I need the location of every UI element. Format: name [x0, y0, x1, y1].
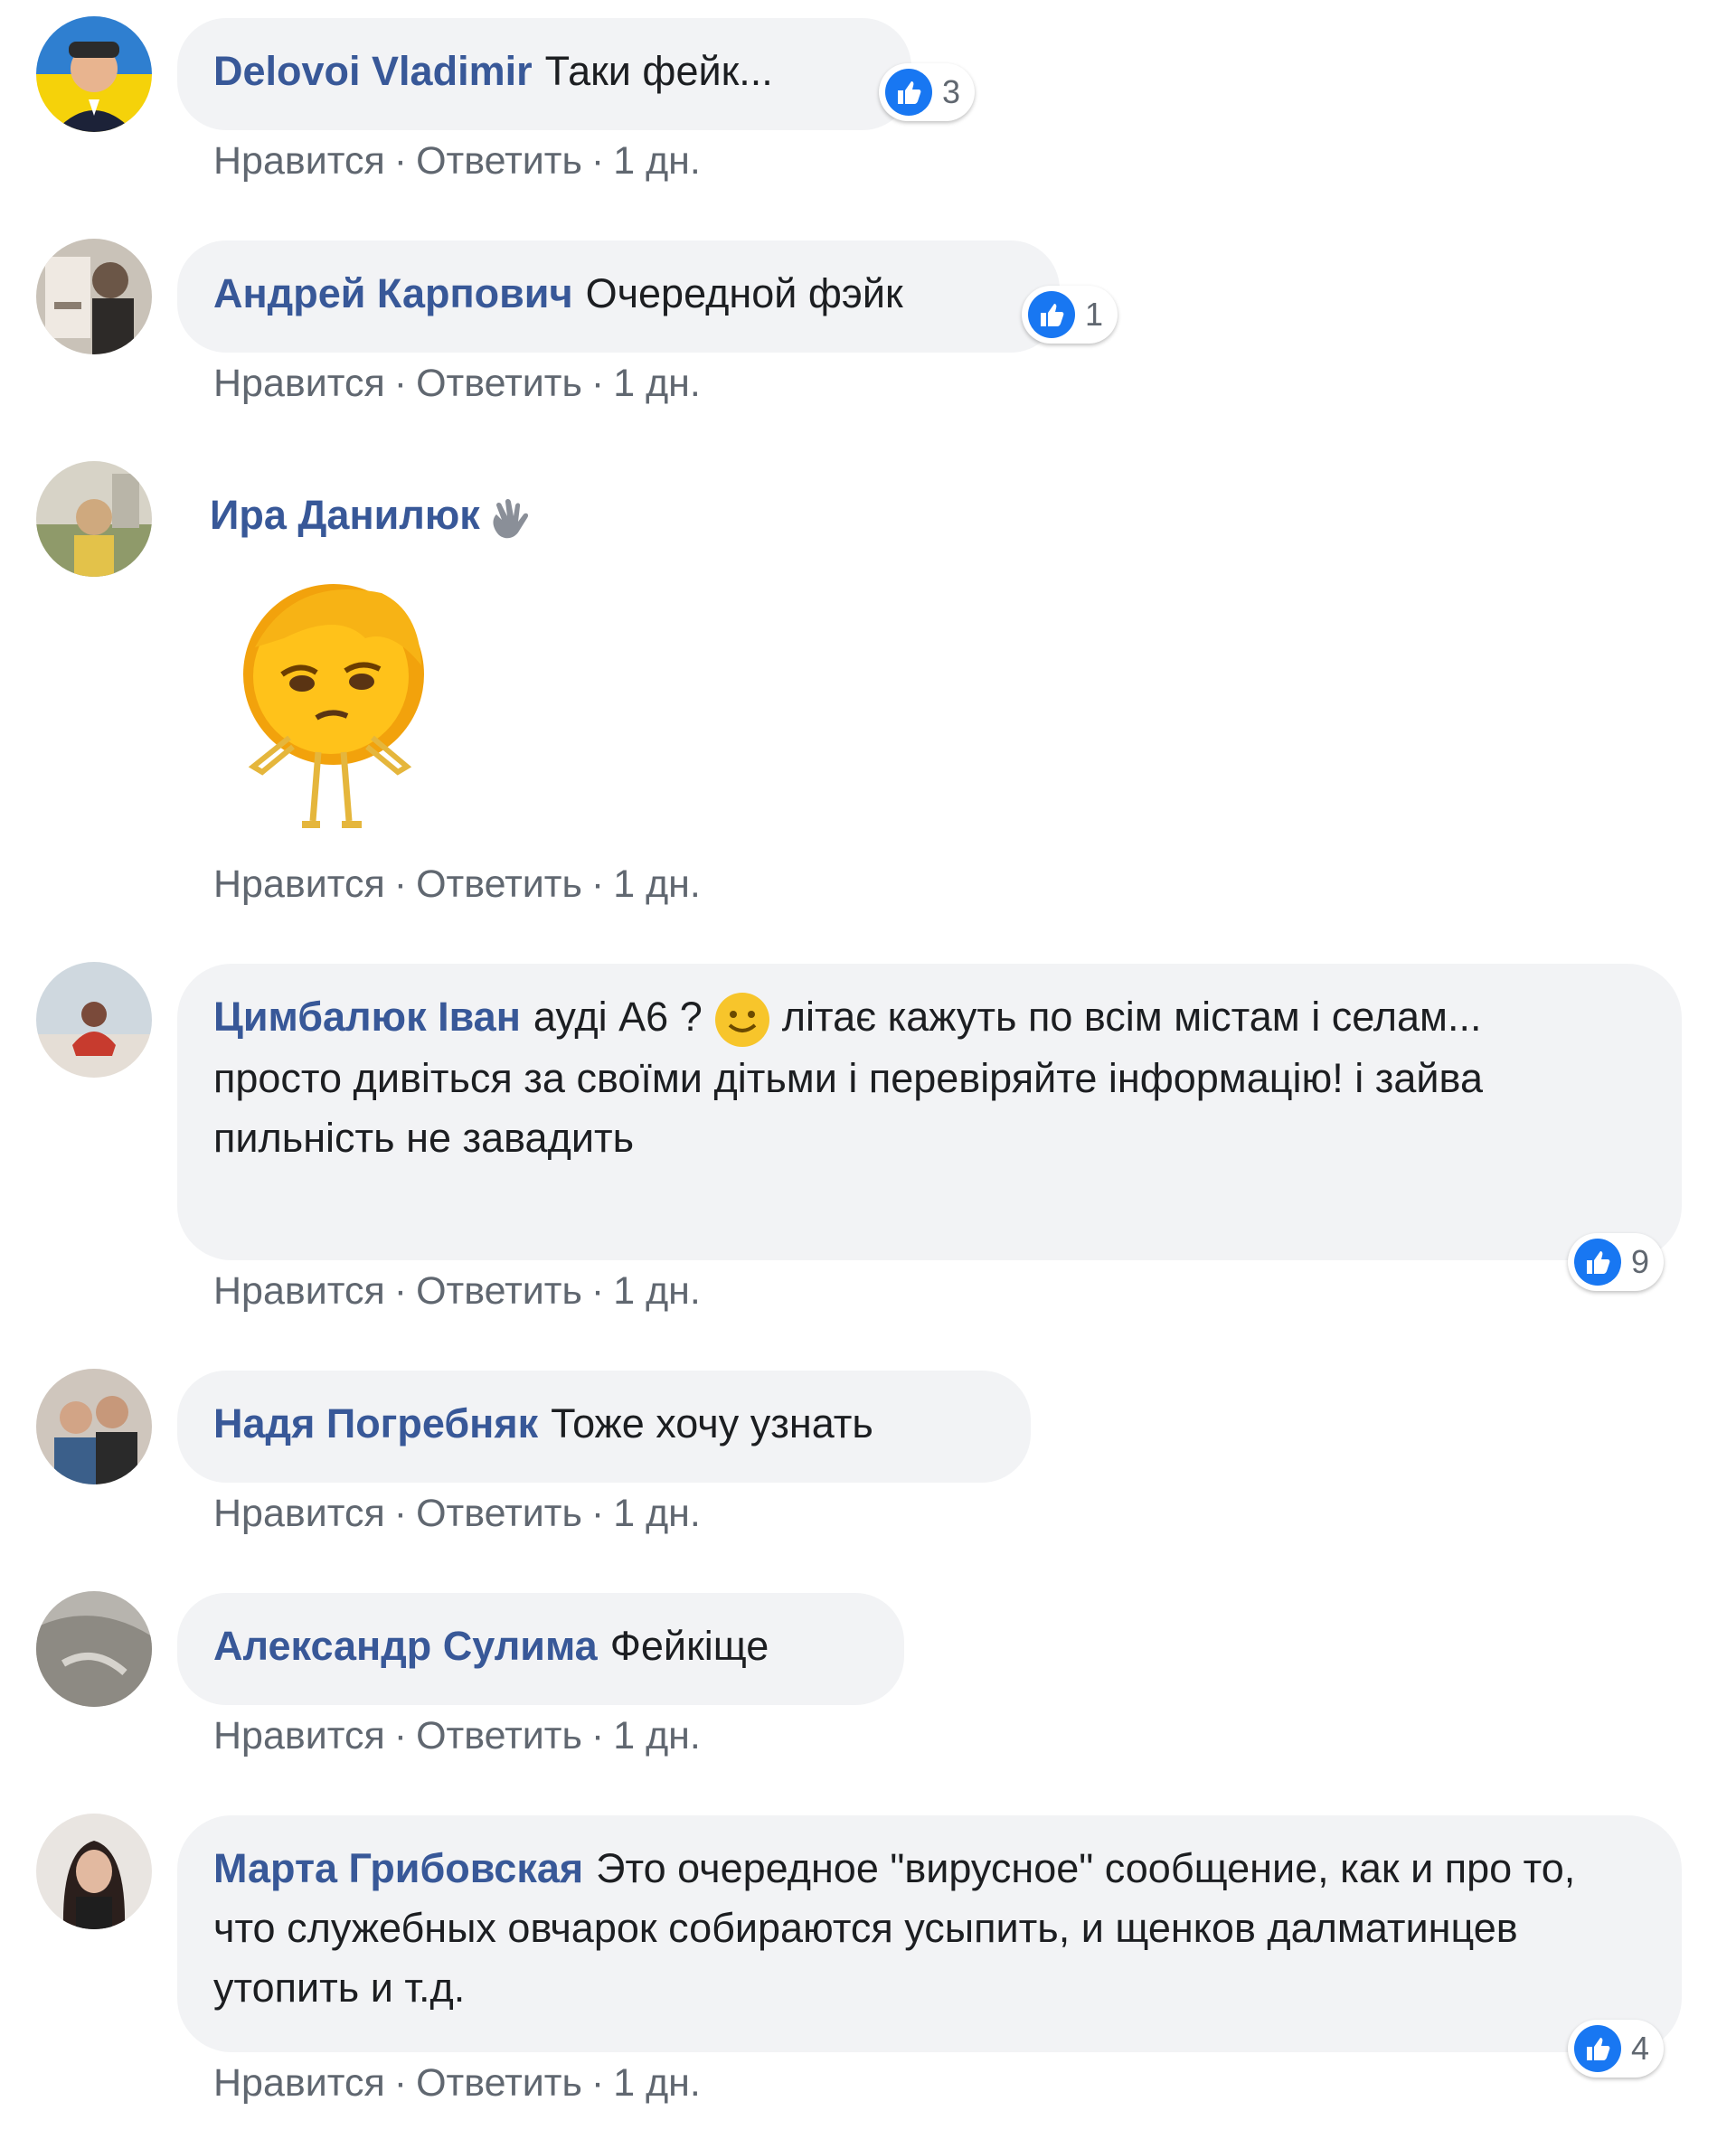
reaction-badge[interactable]: 4 — [1568, 2020, 1665, 2078]
separator-dot: · — [590, 2061, 605, 2105]
reaction-badge[interactable]: 3 — [879, 63, 976, 121]
avatar[interactable] — [36, 1814, 152, 1929]
separator-dot: · — [590, 1269, 605, 1313]
comment-bubble: Александр Сулима Фейкіще — [177, 1593, 904, 1705]
timestamp[interactable]: 1 дн. — [613, 139, 701, 184]
avatar[interactable] — [36, 1591, 152, 1707]
separator-dot: · — [590, 1714, 605, 1757]
like-count: 9 — [1631, 1243, 1650, 1280]
comment-actions: Нравится · Ответить · 1 дн. — [213, 1492, 701, 1536]
comment-actions: Нравится · Ответить · 1 дн. — [213, 139, 701, 184]
separator-dot: · — [393, 2061, 408, 2105]
comment-actions: Нравится · Ответить · 1 дн. — [213, 1269, 701, 1314]
author-name[interactable]: Андрей Карпович — [213, 270, 573, 316]
comment-text-line: просто дивіться за своїми дітьми і перев… — [213, 1055, 1483, 1162]
reply-link[interactable]: Ответить — [416, 1269, 582, 1314]
avatar-image — [36, 962, 152, 1078]
avatar-image — [36, 461, 152, 577]
like-link[interactable]: Нравится — [213, 1714, 385, 1758]
like-icon — [1574, 1239, 1621, 1286]
comment-text: літає кажуть по всім містам і селам... — [781, 994, 1482, 1040]
avatar-image — [36, 239, 152, 354]
like-icon — [1574, 2025, 1621, 2072]
avatar-image — [36, 1369, 152, 1484]
shrug-emoji-sticker — [230, 575, 438, 837]
author-name[interactable]: Надя Погребняк — [213, 1400, 538, 1446]
like-link[interactable]: Нравится — [213, 1492, 385, 1536]
timestamp[interactable]: 1 дн. — [613, 362, 701, 406]
comment-text: Очередной фэйк — [585, 270, 903, 316]
like-icon — [1028, 291, 1075, 338]
avatar[interactable] — [36, 1369, 152, 1484]
like-link[interactable]: Нравится — [213, 862, 385, 907]
separator-dot: · — [393, 1714, 408, 1757]
like-count: 1 — [1085, 296, 1104, 333]
waving-hand-icon — [493, 499, 528, 539]
comment-text-line: Цимбалюк Іван ауді А6 ? літає кажуть по вс… — [213, 987, 1646, 1049]
comment-text: ауді А6 ? — [533, 994, 703, 1040]
timestamp[interactable]: 1 дн. — [613, 2061, 701, 2106]
like-link[interactable]: Нравится — [213, 139, 385, 184]
comment-bubble: Надя Погребняк Тоже хочу узнать — [177, 1371, 1031, 1483]
separator-dot: · — [393, 1269, 408, 1313]
like-icon — [885, 69, 932, 116]
avatar[interactable] — [36, 461, 152, 577]
avatar-image — [36, 1814, 152, 1929]
separator-dot: · — [590, 139, 605, 183]
like-link[interactable]: Нравится — [213, 362, 385, 406]
comment-actions: Нравится · Ответить · 1 дн. — [213, 2061, 701, 2106]
separator-dot: · — [590, 1492, 605, 1535]
comment-actions: Нравится · Ответить · 1 дн. — [213, 862, 701, 907]
avatar[interactable] — [36, 962, 152, 1078]
separator-dot: · — [590, 862, 605, 906]
separator-dot: · — [393, 1492, 408, 1535]
author-name[interactable]: Ира Данилюк — [210, 492, 480, 538]
comment-bubble: Delovoi Vladimir Таки фейк... — [177, 18, 911, 130]
like-link[interactable]: Нравится — [213, 1269, 385, 1314]
comment-actions: Нравится · Ответить · 1 дн. — [213, 1714, 701, 1758]
comment-text: Фейкіще — [609, 1623, 769, 1669]
shrug-emoji-icon — [243, 584, 424, 828]
reply-link[interactable]: Ответить — [416, 139, 582, 184]
reaction-badge[interactable]: 1 — [1022, 286, 1118, 344]
separator-dot: · — [393, 362, 408, 405]
author-row: Ира Данилюк — [210, 492, 533, 542]
separator-dot: · — [393, 862, 408, 906]
comment-bubble: Цимбалюк Іван ауді А6 ? літає кажуть по вс… — [177, 964, 1682, 1260]
like-count: 3 — [942, 73, 961, 110]
like-link[interactable]: Нравится — [213, 2061, 385, 2106]
avatar-image — [36, 16, 152, 132]
avatar[interactable] — [36, 239, 152, 354]
author-name[interactable]: Delovoi Vladimir — [213, 48, 533, 94]
reaction-badge[interactable]: 9 — [1568, 1233, 1665, 1291]
comment-text: Таки фейк... — [544, 48, 773, 94]
timestamp[interactable]: 1 дн. — [613, 1492, 701, 1536]
reply-link[interactable]: Ответить — [416, 1714, 582, 1758]
timestamp[interactable]: 1 дн. — [613, 1269, 701, 1314]
author-name[interactable]: Цимбалюк Іван — [213, 994, 521, 1040]
timestamp[interactable]: 1 дн. — [613, 862, 701, 907]
reply-link[interactable]: Ответить — [416, 2061, 582, 2106]
author-name[interactable]: Александр Сулима — [213, 1623, 598, 1669]
comment-text: Тоже хочу узнать — [551, 1400, 873, 1446]
separator-dot: · — [393, 139, 408, 183]
comment-actions: Нравится · Ответить · 1 дн. — [213, 362, 701, 406]
author-name[interactable]: Марта Грибовская — [213, 1845, 583, 1891]
reply-link[interactable]: Ответить — [416, 1492, 582, 1536]
comment-bubble: Марта Грибовская Это очередное "вирусное"… — [177, 1815, 1682, 2052]
reply-link[interactable]: Ответить — [416, 862, 582, 907]
avatar[interactable] — [36, 16, 152, 132]
timestamp[interactable]: 1 дн. — [613, 1714, 701, 1758]
separator-dot: · — [590, 362, 605, 405]
avatar-image — [36, 1591, 152, 1707]
like-count: 4 — [1631, 2030, 1650, 2067]
smiley-icon — [714, 993, 769, 1048]
reply-link[interactable]: Ответить — [416, 362, 582, 406]
comment-bubble: Андрей Карпович Очередной фэйк — [177, 240, 1060, 353]
